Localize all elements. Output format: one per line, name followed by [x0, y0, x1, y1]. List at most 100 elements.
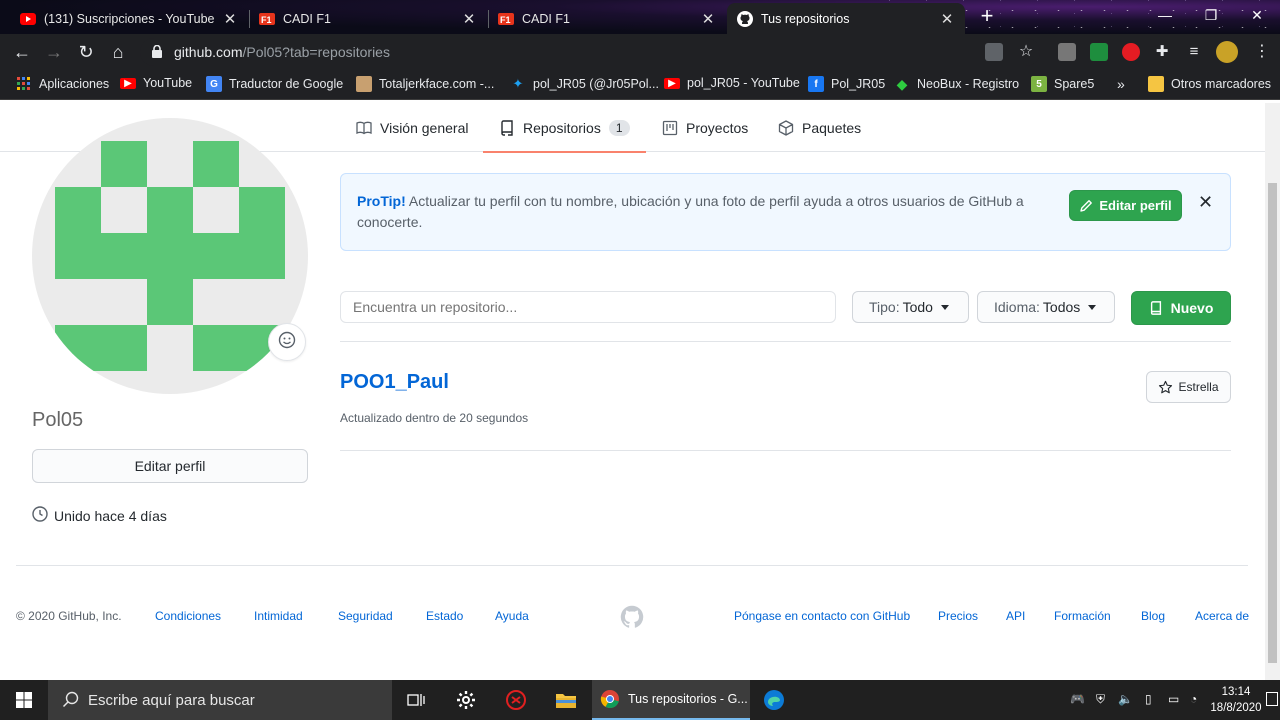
- bookmark-google-translate[interactable]: G Traductor de Google: [206, 76, 343, 92]
- repository-link[interactable]: POO1_Paul: [340, 371, 449, 394]
- menu-kebab-icon[interactable]: ⋮: [1250, 40, 1274, 64]
- footer-link-pricing[interactable]: Precios: [938, 609, 978, 623]
- browser-tab-repositories[interactable]: Tus repositorios ✕: [727, 3, 965, 34]
- file-explorer-icon[interactable]: [542, 680, 590, 720]
- footer-link-contact[interactable]: Póngase en contacto con GitHub: [734, 609, 910, 623]
- extensions-puzzle-icon[interactable]: ✚: [1150, 40, 1174, 64]
- taskbar-search-box[interactable]: Escribe aquí para buscar: [48, 680, 392, 720]
- browser-toolbar: ← → ↻ ⌂ github.com/Pol05?tab=repositorie…: [0, 34, 1280, 70]
- bookmark-label: Pol_JR05: [831, 77, 886, 91]
- apps-grid-icon: [16, 76, 32, 92]
- footer-link-privacy[interactable]: Intimidad: [254, 609, 303, 623]
- power-icon[interactable]: ▭: [1168, 692, 1179, 706]
- volume-icon[interactable]: 🔈: [1118, 692, 1133, 706]
- translate-icon[interactable]: [985, 43, 1003, 61]
- identicon-image: [55, 141, 285, 371]
- browser-tab-cadi-1[interactable]: F1 CADI F1 ✕: [249, 3, 487, 34]
- bookmark-twitter[interactable]: ✦ pol_JR05 (@Jr05Pol...: [510, 76, 659, 92]
- taskbar-chrome-window[interactable]: Tus repositorios - G...: [592, 680, 750, 720]
- scrollbar-thumb[interactable]: [1268, 183, 1277, 663]
- clock-time: 13:14: [1221, 686, 1251, 698]
- bookmark-youtube[interactable]: ▶ YouTube: [120, 76, 192, 90]
- bookmark-youtube-channel[interactable]: ▶ pol_JR05 - YouTube: [664, 76, 800, 90]
- wifi-icon[interactable]: ◔: [1190, 692, 1197, 706]
- bookmark-other-folder[interactable]: Otros marcadores: [1148, 76, 1271, 92]
- footer-link-api[interactable]: API: [1006, 609, 1025, 623]
- star-button[interactable]: Estrella: [1146, 371, 1231, 403]
- footer-link-training[interactable]: Formación: [1054, 609, 1111, 623]
- shield-icon[interactable]: ⛨: [1096, 692, 1105, 707]
- minimize-button[interactable]: —: [1142, 0, 1188, 30]
- footer-link-terms[interactable]: Condiciones: [155, 609, 221, 623]
- browser-tab-cadi-2[interactable]: F1 CADI F1 ✕: [488, 3, 726, 34]
- avatar[interactable]: [32, 118, 308, 394]
- game-app-icon[interactable]: [492, 680, 540, 720]
- footer-link-status[interactable]: Estado: [426, 609, 463, 623]
- profile-avatar-icon[interactable]: [1216, 41, 1238, 63]
- page-scrollbar[interactable]: [1265, 103, 1280, 680]
- footer-link-blog[interactable]: Blog: [1141, 609, 1165, 623]
- bookmark-star-icon[interactable]: ☆: [1014, 40, 1038, 64]
- media-control-icon[interactable]: ≡: [1182, 40, 1206, 64]
- github-icon[interactable]: [620, 605, 644, 634]
- language-filter-dropdown[interactable]: Idioma: Todos: [977, 291, 1115, 323]
- adblock-icon[interactable]: [1122, 43, 1140, 61]
- f1-icon: F1: [259, 11, 275, 27]
- notification-center-icon[interactable]: [1266, 692, 1278, 706]
- footer-link-security[interactable]: Seguridad: [338, 609, 393, 623]
- tab-repositories[interactable]: Repositorios 1: [483, 103, 645, 153]
- type-filter-dropdown[interactable]: Tipo: Todo: [852, 291, 969, 323]
- language-filter-value: Todos: [1042, 299, 1081, 315]
- tab-close-icon[interactable]: ✕: [461, 10, 477, 28]
- tab-title: CADI F1: [283, 11, 331, 26]
- close-icon[interactable]: ✕: [1198, 192, 1213, 213]
- edit-profile-button[interactable]: Editar perfil: [32, 449, 308, 483]
- battery-icon[interactable]: ▯: [1145, 692, 1152, 706]
- reload-button[interactable]: ↻: [74, 40, 98, 64]
- tab-close-icon[interactable]: ✕: [700, 10, 716, 28]
- windows-start-icon[interactable]: [0, 680, 48, 720]
- bookmark-totaljerkface[interactable]: Totaljerkface.com -...: [356, 76, 494, 92]
- star-label: Estrella: [1178, 380, 1219, 394]
- footer-link-about[interactable]: Acerca de: [1195, 609, 1249, 623]
- bookmark-label: NeoBux - Registro: [917, 77, 1020, 91]
- bookmark-label: Aplicaciones: [39, 77, 110, 91]
- forward-button[interactable]: →: [42, 40, 66, 64]
- back-button[interactable]: ←: [10, 40, 34, 64]
- project-icon: [662, 120, 678, 136]
- close-window-button[interactable]: ✕: [1234, 0, 1280, 30]
- protip-body: Actualizar tu perfil con tu nombre, ubic…: [357, 193, 1024, 230]
- settings-gear-icon[interactable]: [442, 680, 490, 720]
- tab-overview[interactable]: Visión general: [356, 103, 468, 152]
- extension-icon[interactable]: [1058, 43, 1076, 61]
- bookmarks-overflow-button[interactable]: »: [1117, 76, 1125, 92]
- edge-icon[interactable]: [750, 680, 798, 720]
- tab-packages[interactable]: Paquetes: [778, 103, 861, 152]
- tab-label: Visión general: [380, 119, 469, 136]
- taskbar-clock[interactable]: 13:14 18/8/2020: [1208, 684, 1264, 716]
- new-repository-button[interactable]: Nuevo: [1131, 291, 1231, 325]
- discord-tray-icon[interactable]: 🎮: [1070, 692, 1085, 706]
- repository-search-input[interactable]: [340, 291, 836, 323]
- bookmark-neobux[interactable]: ◆ NeoBux - Registro: [894, 76, 1020, 92]
- maximize-button[interactable]: ❐: [1188, 0, 1234, 30]
- set-status-button[interactable]: [268, 323, 306, 361]
- search-icon: [62, 691, 79, 712]
- protip-edit-profile-button[interactable]: Editar perfil: [1069, 190, 1182, 221]
- browser-tab-youtube[interactable]: (131) Suscripciones - YouTube ✕: [10, 3, 248, 34]
- tab-close-icon[interactable]: ✕: [222, 10, 238, 28]
- address-bar[interactable]: github.com/Pol05?tab=repositories: [140, 38, 1040, 66]
- bookmark-spare5[interactable]: 5 Spare5: [1031, 76, 1094, 92]
- home-button[interactable]: ⌂: [106, 40, 130, 64]
- tab-close-icon[interactable]: ✕: [939, 10, 955, 28]
- bookmark-label: Otros marcadores: [1171, 77, 1272, 91]
- tab-projects[interactable]: Proyectos: [662, 103, 748, 152]
- bookmark-apps[interactable]: Aplicaciones: [16, 76, 109, 92]
- bookmark-label: Spare5: [1054, 77, 1095, 91]
- bookmark-facebook[interactable]: f Pol_JR05: [808, 76, 885, 92]
- footer-link-help[interactable]: Ayuda: [495, 609, 529, 623]
- extension-icon[interactable]: [1090, 43, 1108, 61]
- new-tab-button[interactable]: +: [975, 5, 999, 29]
- tab-title: Tus repositorios: [761, 11, 850, 26]
- task-view-icon[interactable]: [392, 680, 440, 720]
